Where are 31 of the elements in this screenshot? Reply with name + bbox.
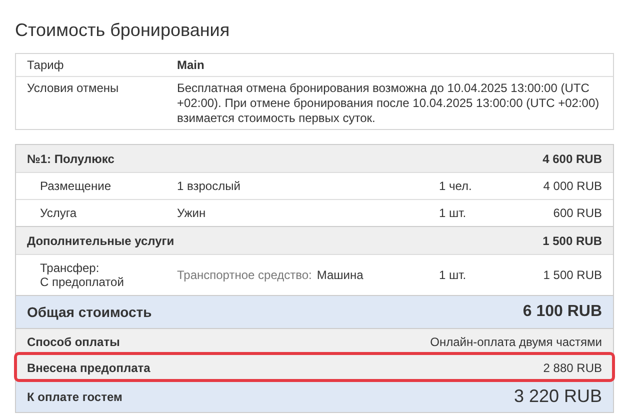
detail-label: Условия отмены xyxy=(27,81,119,95)
summary-value: Онлайн-оплата двумя частями xyxy=(430,334,602,348)
summary-label: Способ оплаты xyxy=(27,334,120,348)
item-amount: 1 500 RUB xyxy=(543,268,602,282)
group-title: Дополнительные услуги xyxy=(27,234,174,248)
group-amount: 4 600 RUB xyxy=(542,152,602,166)
item-name: Услуга xyxy=(40,206,78,220)
item-quantity: 1 чел. xyxy=(439,179,473,193)
item-name: Размещение xyxy=(40,179,112,193)
section-title: Стоимость бронирования xyxy=(15,20,231,41)
item-quantity: 1 шт. xyxy=(439,206,468,220)
item-description: 1 взрослый xyxy=(177,179,240,193)
item-amount: 4 000 RUB xyxy=(543,179,602,193)
group-title: №1: Полулюкс xyxy=(27,152,114,166)
summary-value: 3 220 RUB xyxy=(514,386,602,407)
item-name: Трансфер: xyxy=(40,261,100,275)
summary-label: К оплате гостем xyxy=(27,390,122,404)
item-description: Ужин xyxy=(177,206,206,220)
summary-value: 2 880 RUB xyxy=(543,360,602,374)
item-description: Машина xyxy=(316,268,364,282)
detail-value: Бесплатная отмена бронирования возможна до 10.04.2025 13:00:00 (UTC +02:00). При отмене бронирования после 10.04.2025 13:00:00 (UTC +02:00) взимается стоимость первых суток. xyxy=(177,81,600,125)
summary-label: Общая стоимость xyxy=(27,304,152,320)
summary-value: 6 100 RUB xyxy=(522,303,602,321)
summary-label: Внесена предоплата xyxy=(27,360,150,374)
detail-label: Тариф xyxy=(27,58,64,72)
item-description-label: Транспортное средство: xyxy=(177,268,312,282)
item-amount: 600 RUB xyxy=(553,206,602,220)
item-note: С предоплатой xyxy=(40,275,125,289)
detail-value: Main xyxy=(177,58,204,72)
group-amount: 1 500 RUB xyxy=(542,234,602,248)
item-quantity: 1 шт. xyxy=(439,268,468,282)
